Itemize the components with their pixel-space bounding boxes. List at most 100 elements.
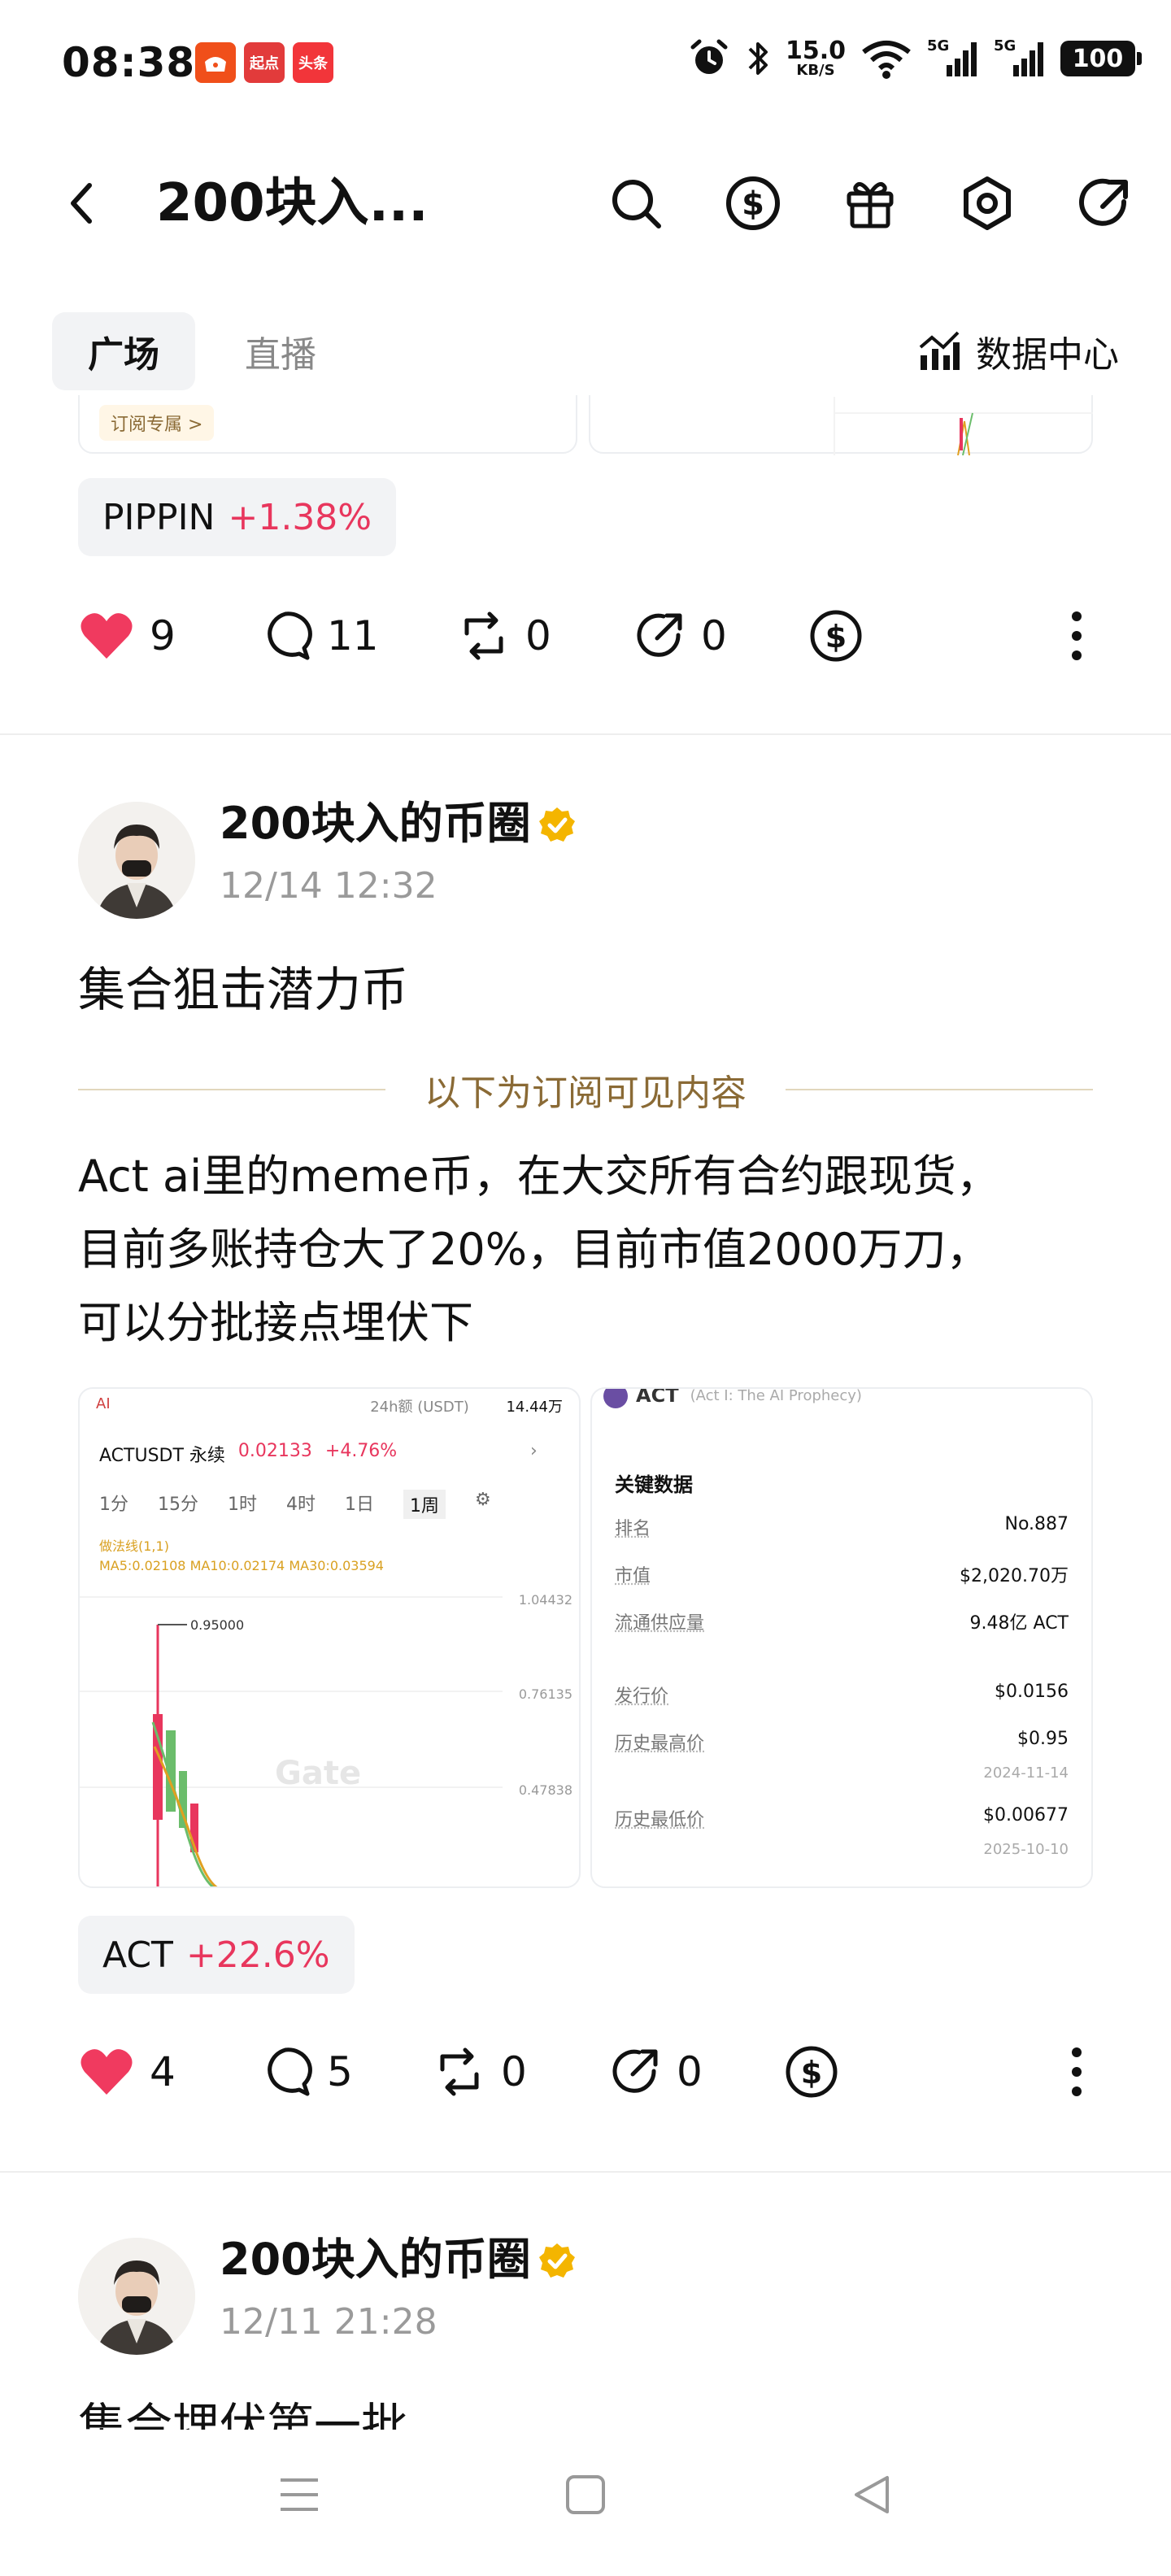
prev-post-image-2[interactable] [589, 395, 1093, 455]
data-center-button[interactable]: 数据中心 [917, 325, 1119, 377]
dollar-icon: $ [786, 2046, 838, 2098]
next-post-title-clip: 集合埋伏第一批 [78, 2382, 1093, 2430]
status-app-badges: 起点 头条 [195, 42, 333, 83]
key-data-date: 2024-11-14 [983, 1764, 1069, 1782]
search-button[interactable] [602, 169, 670, 237]
post-divider [0, 733, 1171, 735]
post-image-chart[interactable]: AI 24h额 (USDT) 14.44万 ACTUSDT 永续 0.02133… [78, 1387, 581, 1888]
dollar-icon: $ [726, 176, 780, 230]
back-nav-button[interactable] [839, 2462, 904, 2527]
tip-button[interactable]: $ [719, 169, 787, 237]
token-change: +22.6% [185, 1934, 330, 1976]
key-data-value: $0.95 [1017, 1729, 1069, 1749]
share-icon [612, 2049, 658, 2093]
author-name[interactable]: 200块入的币圈 [220, 2231, 531, 2288]
avatar[interactable] [78, 802, 195, 919]
tab-live[interactable]: 直播 [228, 312, 333, 390]
tip-post-button[interactable]: $ [784, 2033, 839, 2111]
share-count: 0 [701, 612, 727, 659]
post-image-key-data[interactable]: ACT (Act I: The AI Prophecy) 关键数据 排名 No.8… [590, 1387, 1093, 1888]
key-data-token: ACT [636, 1387, 679, 1407]
prev-token-tag[interactable]: PIPPIN +1.38% [78, 478, 397, 556]
key-data-label: 历史最低价 [615, 1810, 705, 1830]
home-square-icon [566, 2475, 605, 2514]
key-data-label: 流通供应量 [615, 1613, 705, 1634]
wifi-icon [862, 41, 911, 79]
prev-post-image-1[interactable]: 订阅专属 > [78, 395, 577, 454]
key-data-date: 2025-10-10 [983, 1841, 1069, 1858]
key-data-row: 流通供应量 9.48亿 ACT [615, 1608, 1069, 1634]
verified-badge-icon [539, 807, 575, 842]
gift-button[interactable] [836, 169, 904, 237]
subscriber-divider: 以下为订阅可见内容 [78, 1065, 1093, 1114]
key-data-label: 市值 [615, 1566, 651, 1586]
key-data-row: 发行价 $0.0156 [615, 1682, 1069, 1708]
nav-actions: $ [602, 169, 1138, 237]
prev-token-change: +1.38% [228, 496, 372, 538]
more-button[interactable] [1060, 597, 1093, 675]
settings-icon [964, 176, 1011, 230]
key-data-value: $2,020.70万 [960, 1566, 1069, 1586]
repost-button[interactable]: 0 [433, 2033, 527, 2111]
status-time: 08:38 [62, 39, 196, 86]
share-post-button[interactable]: 0 [608, 2033, 703, 2111]
post-time: 12/11 21:28 [220, 2301, 437, 2343]
key-data-value: $0.00677 [983, 1805, 1069, 1825]
avatar[interactable] [78, 2238, 195, 2355]
top-nav-bar: 200块入... $ [0, 130, 1171, 276]
key-data-label: 历史最高价 [615, 1734, 705, 1754]
more-button[interactable] [1060, 2033, 1093, 2111]
avatar-image [78, 2238, 195, 2355]
more-vertical-icon [1072, 2047, 1082, 2096]
home-button[interactable] [553, 2462, 618, 2527]
subscriber-divider-text: 以下为订阅可见内容 [424, 1073, 747, 1114]
menu-icon [281, 2478, 318, 2511]
status-indicators: 15.0 KB/S 5G 5G 100 [688, 37, 1142, 80]
status-bar: 08:38 起点 头条 15.0 KB/S 5G 5G 100 [0, 0, 1171, 130]
share-count: 0 [677, 2048, 703, 2095]
repost-button[interactable]: 0 [457, 597, 551, 675]
like-count: 9 [150, 612, 176, 659]
prev-chart-fragment [834, 397, 1093, 455]
comment-button[interactable]: 5 [259, 2033, 353, 2111]
search-icon [612, 180, 661, 228]
key-data-row: 市值 $2,020.70万 [615, 1561, 1069, 1587]
chevron-left-icon [71, 183, 92, 224]
post-body-line: Act ai里的meme币，在大交所有合约跟现货， [78, 1151, 1000, 1202]
signal-2: 5G [994, 37, 1046, 80]
key-data-row: 历史最高价 $0.95 [615, 1729, 1069, 1755]
prev-post-actions: 9 11 0 0 $ [78, 597, 1093, 675]
like-button[interactable]: 9 [78, 597, 176, 675]
divider-line-right [786, 1089, 1093, 1090]
key-data-value: 9.48亿 ACT [969, 1613, 1069, 1634]
feed-tabs: 广场 直播 数据中心 [0, 306, 1171, 395]
tip-post-button[interactable]: $ [808, 597, 864, 675]
comment-button[interactable]: 11 [259, 597, 379, 675]
key-data-label: 排名 [615, 1519, 651, 1539]
svg-text:$: $ [825, 619, 847, 655]
settings-button[interactable] [953, 169, 1021, 237]
like-button[interactable]: 4 [78, 2033, 176, 2111]
alarm-icon [690, 39, 728, 74]
post-body-line: 目前多账持仓大了20%，目前市值2000万刀， [78, 1224, 990, 1275]
repost-count: 0 [501, 2048, 527, 2095]
token-logo-icon [603, 1389, 628, 1408]
menu-button[interactable] [267, 2462, 332, 2527]
comment-count: 11 [327, 612, 379, 659]
app-badge-taobao-icon [195, 42, 236, 83]
repost-count: 0 [525, 612, 551, 659]
share-post-button[interactable]: 0 [633, 597, 727, 675]
comment-icon [268, 2047, 312, 2096]
token-tag[interactable]: ACT +22.6% [78, 1916, 355, 1994]
key-data-label: 发行价 [615, 1686, 669, 1707]
more-vertical-icon [1072, 611, 1082, 660]
tab-square[interactable]: 广场 [52, 312, 195, 390]
back-triangle-icon [855, 2476, 889, 2513]
back-button[interactable] [49, 171, 114, 236]
author-name[interactable]: 200块入的币圈 [220, 795, 531, 852]
share-button[interactable] [1070, 169, 1138, 237]
avatar-image [78, 802, 195, 919]
key-data-value: $0.0156 [995, 1682, 1069, 1702]
heart-icon [81, 2049, 133, 2095]
gift-icon [847, 181, 894, 228]
